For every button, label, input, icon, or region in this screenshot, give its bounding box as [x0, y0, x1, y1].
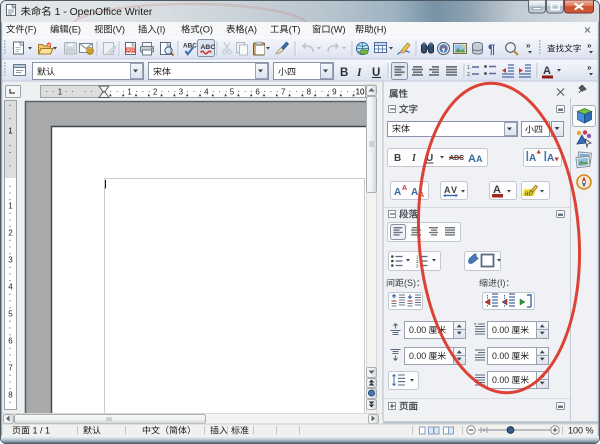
svg-text:PDF: PDF — [127, 48, 136, 53]
svg-text:A: A — [411, 187, 418, 198]
svg-text:V: V — [451, 185, 457, 195]
svg-text:A: A — [543, 65, 551, 77]
svg-text:»: » — [526, 41, 531, 50]
svg-text:A: A — [394, 187, 401, 198]
svg-text:1.: 1. — [467, 65, 471, 71]
svg-text:1: 1 — [58, 88, 63, 97]
svg-text:0.00: 0.00 — [492, 325, 512, 335]
svg-text:0.00: 0.00 — [409, 325, 429, 335]
svg-text:4: 4 — [8, 283, 13, 292]
svg-text:1: 1 — [127, 88, 132, 97]
svg-text:A: A — [468, 153, 476, 165]
svg-text:(F): (F) — [25, 25, 37, 35]
svg-text:(E): (E) — [69, 25, 81, 35]
svg-text:100 %: 100 % — [568, 426, 594, 436]
svg-text:¶: ¶ — [488, 42, 495, 57]
svg-text:(A): (A) — [245, 25, 257, 35]
svg-text:A: A — [547, 153, 554, 164]
svg-text:10: 10 — [356, 88, 365, 97]
svg-text:1: 1 — [8, 127, 13, 136]
svg-text:8: 8 — [307, 88, 312, 97]
svg-text:1 - OpenOffice Writer: 1 - OpenOffice Writer — [52, 7, 153, 18]
svg-text:B: B — [394, 153, 401, 164]
svg-text:2.: 2. — [467, 72, 471, 78]
svg-text:(W): (W) — [331, 25, 346, 35]
svg-text:I: I — [356, 67, 362, 79]
svg-text:7: 7 — [8, 364, 13, 373]
svg-text:(H): (H) — [374, 25, 387, 35]
svg-text:(S): (S) — [404, 278, 416, 288]
svg-text:»: » — [587, 63, 592, 72]
svg-text:A: A — [402, 185, 407, 192]
svg-text:0.00: 0.00 — [492, 351, 512, 361]
svg-text:7: 7 — [281, 88, 286, 97]
svg-text:ABC: ABC — [449, 155, 464, 162]
svg-text:5: 5 — [230, 88, 235, 97]
svg-text:9: 9 — [332, 88, 337, 97]
svg-text:B: B — [340, 67, 348, 79]
svg-text:6: 6 — [255, 88, 260, 97]
svg-text:5: 5 — [8, 310, 13, 319]
svg-text:(V): (V) — [113, 25, 125, 35]
svg-text:A: A — [444, 185, 451, 195]
svg-text:8: 8 — [8, 391, 13, 400]
svg-text:@: @ — [87, 49, 93, 55]
svg-text:(O): (O) — [200, 25, 213, 35]
svg-text:4: 4 — [204, 88, 209, 97]
svg-text:(I): (I) — [497, 278, 506, 288]
svg-text:(I): (I) — [157, 25, 166, 35]
svg-text:»: » — [587, 41, 592, 50]
svg-text:ABC: ABC — [201, 44, 216, 51]
svg-text:1 / 1: 1 / 1 — [30, 426, 50, 436]
svg-text:(T): (T) — [289, 25, 301, 35]
svg-text:0.00: 0.00 — [492, 375, 512, 385]
svg-text:A: A — [529, 153, 536, 164]
svg-text:ABC: ABC — [183, 43, 197, 50]
svg-text:3: 3 — [179, 88, 184, 97]
svg-text:1: 1 — [8, 202, 13, 211]
svg-text:3: 3 — [8, 256, 13, 265]
svg-text:A: A — [476, 154, 483, 164]
svg-text:0.00: 0.00 — [409, 351, 429, 361]
svg-text:2: 2 — [153, 88, 158, 97]
svg-text:6: 6 — [8, 337, 13, 346]
svg-text:2: 2 — [8, 229, 13, 238]
